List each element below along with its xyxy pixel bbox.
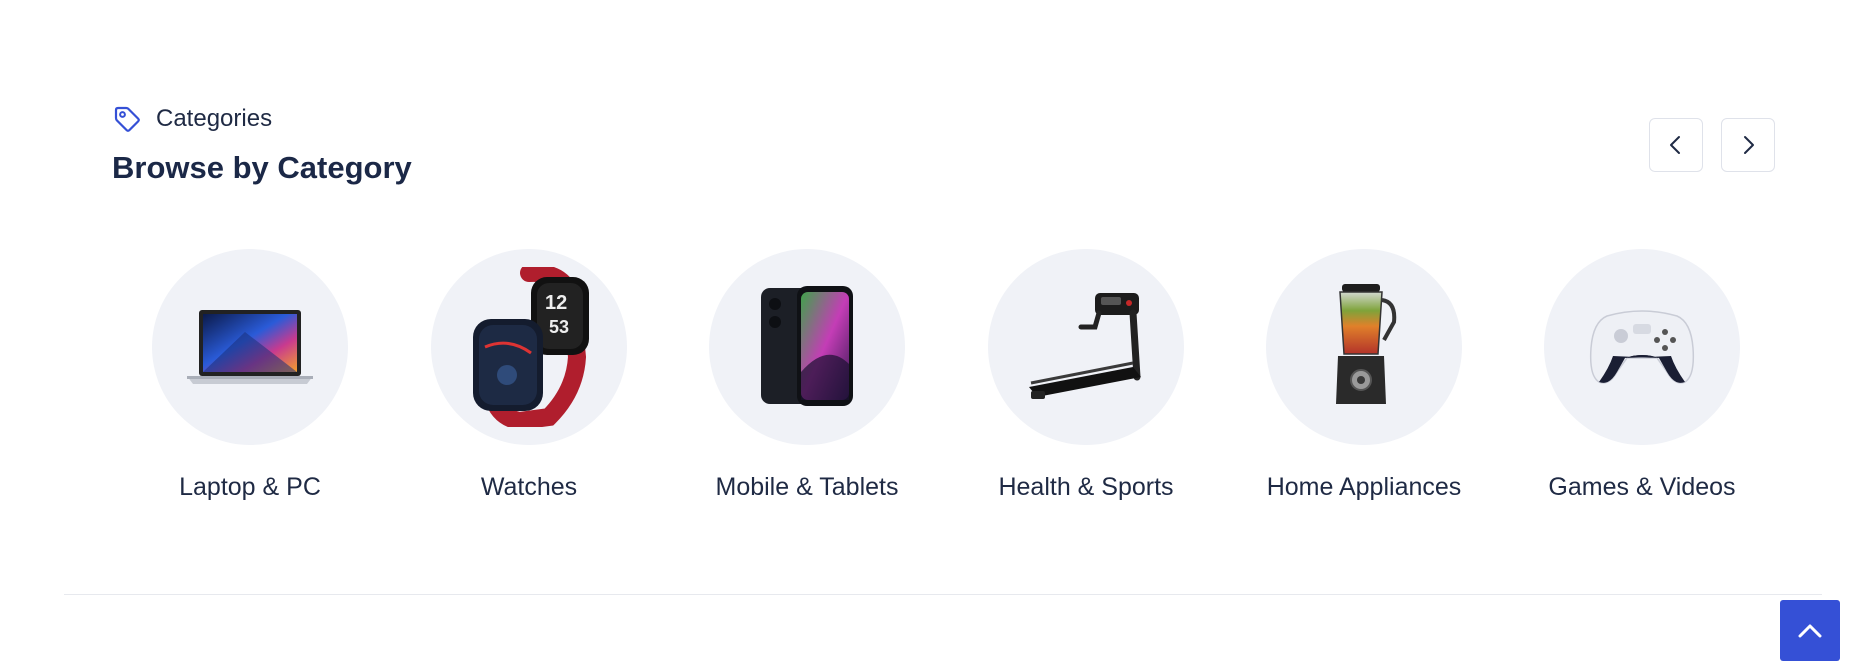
- category-image-wrapper: 12 53: [431, 249, 627, 445]
- category-section: Categories Browse by Category Laptop & P…: [0, 0, 1862, 661]
- section-title: Browse by Category: [112, 150, 412, 185]
- category-label: Watches: [480, 473, 578, 501]
- category-label: Games & Videos: [1548, 473, 1736, 501]
- blender-icon: [1336, 284, 1397, 404]
- category-item-laptop-pc[interactable]: Laptop & PC: [110, 249, 390, 502]
- category-label: Health & Sports: [998, 473, 1174, 501]
- gamepad-icon: [1589, 310, 1695, 384]
- smartwatch-icon: 12 53: [473, 267, 589, 427]
- treadmill-icon: [1029, 293, 1141, 399]
- smartphone-icon: [761, 286, 853, 406]
- category-item-mobile-tablets[interactable]: Mobile & Tablets: [667, 249, 947, 502]
- laptop-icon: [187, 310, 313, 384]
- category-list: Laptop & PC 12 53 Watches Mobile & Table…: [0, 249, 1862, 529]
- category-label: Laptop & PC: [179, 473, 321, 501]
- section-divider: [64, 594, 1822, 595]
- svg-text:53: 53: [549, 317, 569, 337]
- category-item-watches[interactable]: 12 53 Watches: [389, 249, 669, 502]
- category-image-wrapper: [709, 249, 905, 445]
- chevron-up-icon: [1798, 624, 1822, 637]
- carousel-next-button[interactable]: [1721, 118, 1775, 172]
- carousel-prev-button[interactable]: [1649, 118, 1703, 172]
- category-item-games-videos[interactable]: Games & Videos: [1502, 249, 1782, 502]
- category-label: Home Appliances: [1266, 473, 1462, 501]
- section-eyebrow: Categories: [112, 104, 272, 134]
- category-image-wrapper: [988, 249, 1184, 445]
- section-eyebrow-label: Categories: [156, 105, 273, 132]
- category-image-wrapper: [1544, 249, 1740, 445]
- scroll-to-top-button[interactable]: [1780, 600, 1840, 661]
- category-label: Mobile & Tablets: [715, 473, 899, 501]
- category-image-wrapper: [1266, 249, 1462, 445]
- chevron-left-icon: [1670, 136, 1680, 154]
- category-item-health-sports[interactable]: Health & Sports: [946, 249, 1226, 502]
- svg-text:12: 12: [545, 292, 567, 314]
- category-image-wrapper: [152, 249, 348, 445]
- chevron-right-icon: [1744, 136, 1754, 154]
- category-item-home-appliances[interactable]: Home Appliances: [1224, 249, 1504, 502]
- tag-icon: [114, 106, 140, 132]
